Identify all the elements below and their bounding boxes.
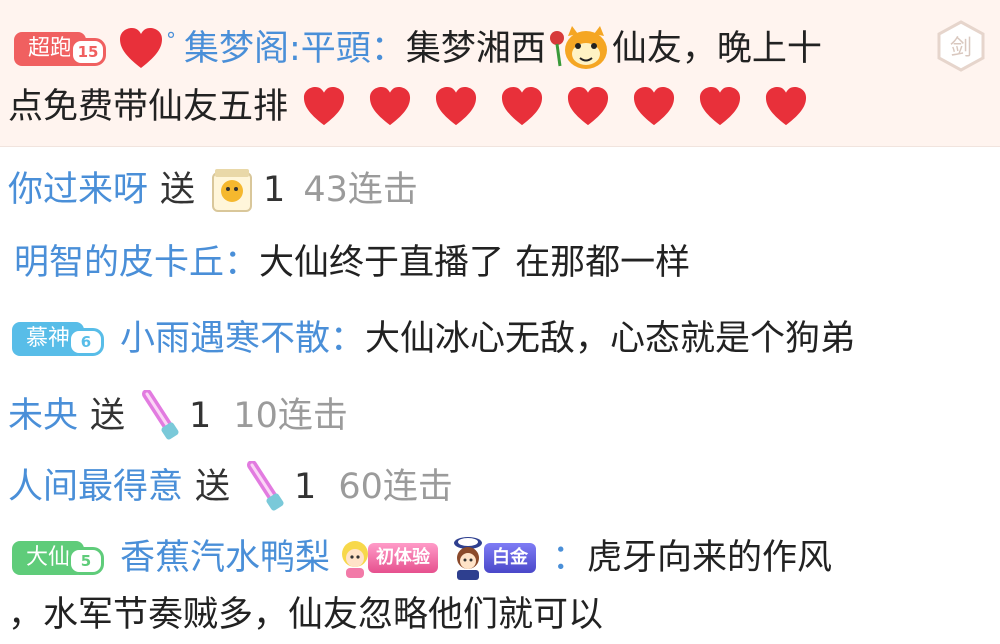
colon: ： [370,29,406,69]
gift-count: 1 [294,467,317,507]
fan-badge[interactable]: 超跑 15 [14,32,107,66]
message-text: 虎牙向来的作风 [587,538,833,578]
sender-name[interactable]: 未央 [8,393,78,439]
sender-name[interactable]: 你过来呀 [8,167,148,213]
chat-row: 慕神 6 小雨遇寒不散 ： 大仙冰心无敌，心态就是个狗弟 [12,316,1000,362]
heart-icon [699,86,741,126]
heart-icon [303,86,345,126]
message-text: 大仙冰心无敌，心态就是个狗弟 [365,319,856,359]
heart-row [302,86,830,128]
message-text: ，水军节奏贼多，仙友忽略他们就可以 [8,595,604,635]
glowstick-icon [142,390,179,440]
tiger-emoji-icon [549,26,607,69]
message-text: 大仙终于直播了 在那都一样 [259,243,691,283]
heart-icon [435,86,477,126]
chat-row: 明智的皮卡丘 ： 大仙终于直播了 在那都一样 [14,240,1000,286]
platinum-tag-label: 白金 [484,543,537,573]
pinned-message[interactable]: 超跑 15 ° 集梦阁:平頭 ： 集梦湘西 仙友，晚上十 点免费带仙友五排 剑 [0,0,1000,147]
heart-icon [369,86,411,126]
combo-count: 43连击 [303,170,418,210]
gift-row: 人间最得意 送 1 60连击 [8,461,1000,513]
combo-count: 60连击 [338,467,453,507]
platinum-tag: 白金 [448,534,537,582]
sender-name[interactable]: 小雨遇寒不散 [120,316,330,362]
avatar-sailor-icon [454,537,483,580]
fan-badge[interactable]: 大仙 5 [12,541,105,575]
avatar-girl-icon [342,541,369,578]
combo-count: 10连击 [233,396,348,436]
degree-mark: ° [166,28,177,52]
newbie-tag-label: 初体验 [368,543,439,573]
fan-badge-label: 超跑 [28,36,73,61]
heart-icon [765,86,807,126]
fan-badge-label: 慕神 [26,326,71,351]
message-text-1: 集梦湘西 [405,29,546,69]
colon: ： [224,243,260,283]
message-text-2: 仙友，晚上十 [611,29,822,69]
heart-icon [567,86,609,126]
glowstick-icon [247,461,284,511]
gift-row: 未央 送 1 10连击 [8,390,1000,442]
fan-badge-level: 5 [68,547,105,575]
sword-badge-label: 剑 [949,36,972,61]
gift-action: 送 [195,467,231,507]
fan-badge-level: 15 [70,38,107,66]
colon: ： [330,319,366,359]
colon: ： [552,538,588,578]
fan-badge[interactable]: 慕神 6 [12,322,105,356]
sender-name[interactable]: 香蕉汽水鸭梨 [120,535,330,581]
gift-row: 你过来呀 送 1 43连击 [8,165,1000,215]
sender-name[interactable]: 集梦阁:平頭 [184,26,371,72]
gift-action: 送 [90,396,126,436]
newbie-tag: 初体验 [338,536,439,580]
heart-icon [120,28,163,68]
gift-action: 送 [160,170,196,210]
fan-badge-label: 大仙 [26,545,71,570]
gift-count: 1 [189,396,212,436]
message-text-3: 点免费带仙友五排 [8,87,289,127]
chat-panel: 超跑 15 ° 集梦阁:平頭 ： 集梦湘西 仙友，晚上十 点免费带仙友五排 剑 … [0,0,1000,644]
sender-name[interactable]: 明智的皮卡丘 [14,240,224,286]
gift-count: 1 [263,170,286,210]
heart-icon [633,86,675,126]
gift-bag-icon [212,169,253,212]
sender-name[interactable]: 人间最得意 [8,464,183,510]
heart-icon [501,86,543,126]
chat-row: 大仙 5 香蕉汽水鸭梨 初体验 白金 ： 虎牙向来的作风 [12,534,1000,582]
sword-badge-icon[interactable]: 剑 [936,20,986,72]
fan-badge-level: 6 [68,328,105,356]
message-continuation: ，水军节奏贼多，仙友忽略他们就可以 [8,592,1000,638]
